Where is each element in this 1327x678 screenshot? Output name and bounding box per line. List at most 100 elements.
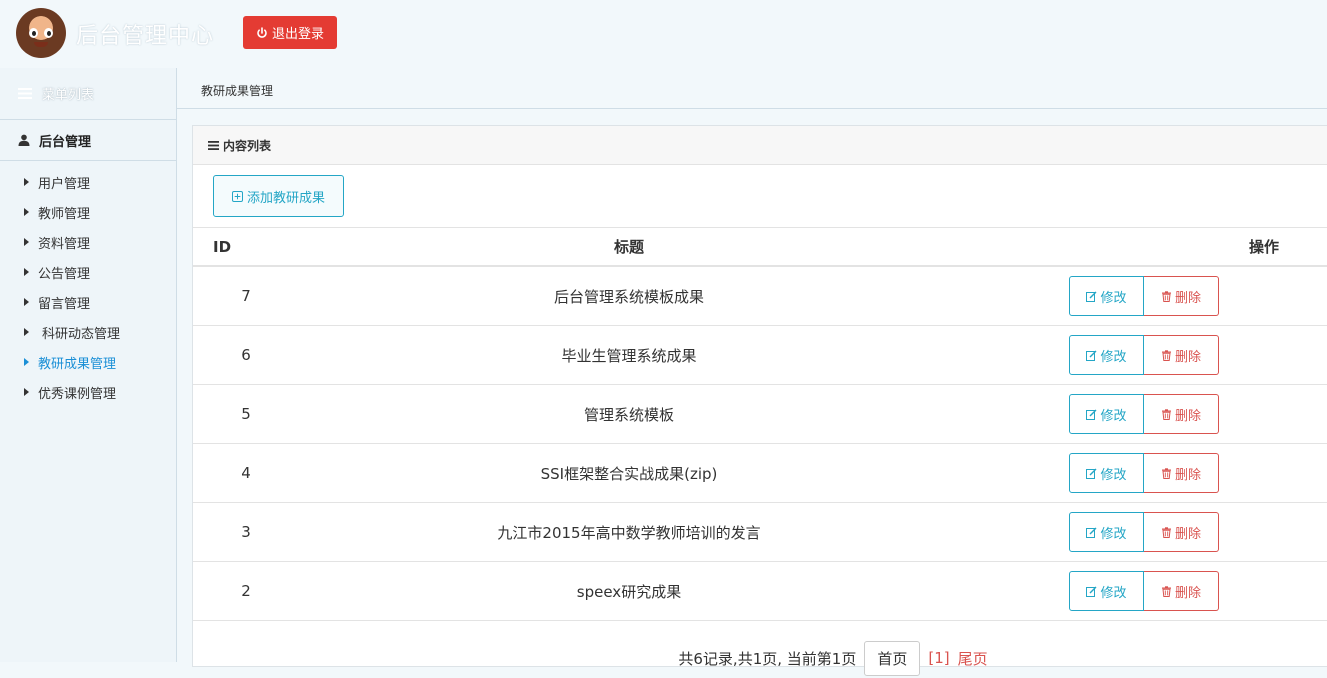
caret-right-icon [24, 208, 29, 216]
table-row: 4 SSI框架整合实战成果(zip) 修改 删除 [193, 443, 1327, 503]
sidebar-menu: 用户管理 教师管理 资料管理 公告管理 留言管理 科研动态管理 教研成果管理 优… [0, 161, 176, 407]
user-icon [18, 134, 30, 146]
row-id: 3 [193, 502, 299, 562]
edit-icon [1086, 350, 1097, 361]
menu-title-bar: 菜单列表 [0, 68, 176, 120]
sidebar-item-research-results[interactable]: 教研成果管理 [0, 347, 176, 377]
sidebar-item-teachers[interactable]: 教师管理 [0, 197, 176, 227]
first-page-button[interactable]: 首页 [864, 640, 921, 676]
edit-icon [1086, 409, 1097, 420]
add-research-button[interactable]: 添加教研成果 [213, 175, 344, 217]
sidebar-item-announcements[interactable]: 公告管理 [0, 257, 176, 287]
row-actions: 修改 删除 [959, 561, 1327, 621]
edit-button[interactable]: 修改 [1069, 512, 1144, 552]
edit-button[interactable]: 修改 [1069, 394, 1144, 434]
sidebar-item-label: 资料管理 [38, 236, 91, 252]
caret-right-icon [24, 268, 29, 276]
caret-right-icon [24, 328, 29, 336]
last-page-link[interactable]: 尾页 [958, 648, 988, 669]
delete-label: 删除 [1174, 585, 1201, 601]
row-title: 后台管理系统模板成果 [299, 266, 959, 326]
panel-header: 内容列表 [193, 126, 1327, 165]
delete-button[interactable]: 删除 [1144, 512, 1219, 552]
row-actions: 修改 删除 [959, 384, 1327, 444]
table-row: 6 毕业生管理系统成果 修改 删除 [193, 325, 1327, 385]
current-page-link[interactable]: [1] [928, 649, 949, 667]
sidebar-item-users[interactable]: 用户管理 [0, 167, 176, 197]
trash-icon [1161, 585, 1171, 597]
sidebar-item-materials[interactable]: 资料管理 [0, 227, 176, 257]
logout-label: 退出登录 [271, 27, 324, 42]
edit-label: 修改 [1100, 467, 1127, 483]
sidebar-item-label: 用户管理 [38, 176, 91, 192]
edit-icon [1086, 291, 1097, 302]
sidebar: 菜单列表 后台管理 用户管理 教师管理 资料管理 公告管理 留言管理 科研动态管… [0, 68, 177, 662]
column-header-title: 标题 [299, 228, 959, 267]
caret-right-icon [24, 298, 29, 306]
top-header: 后台管理中心 退出登录 [0, 0, 1327, 68]
sidebar-item-label: 教师管理 [38, 206, 91, 222]
edit-button[interactable]: 修改 [1069, 571, 1144, 611]
row-title: speex研究成果 [299, 561, 959, 621]
delete-label: 删除 [1174, 467, 1201, 483]
caret-right-icon [24, 388, 29, 396]
table-row: 5 管理系统模板 修改 删除 [193, 384, 1327, 444]
edit-icon [1086, 527, 1097, 538]
sidebar-item-label: 优秀课例管理 [38, 386, 117, 402]
sidebar-item-research-news[interactable]: 科研动态管理 [0, 317, 176, 347]
edit-button[interactable]: 修改 [1069, 276, 1144, 316]
menu-title: 菜单列表 [42, 88, 95, 103]
app-title: 后台管理中心 [76, 24, 215, 49]
table-header-row: ID 标题 操作 [193, 228, 1327, 267]
edit-button[interactable]: 修改 [1069, 453, 1144, 493]
trash-icon [1161, 467, 1171, 479]
row-actions: 修改 删除 [959, 443, 1327, 503]
edit-icon [1086, 586, 1097, 597]
toolbar: 添加教研成果 [193, 165, 1327, 228]
sidebar-item-messages[interactable]: 留言管理 [0, 287, 176, 317]
trash-icon [1161, 290, 1171, 302]
sidebar-group-label: 后台管理 [39, 134, 92, 150]
trash-icon [1161, 526, 1171, 538]
caret-right-icon [24, 178, 29, 186]
plus-square-icon [231, 190, 243, 202]
delete-label: 删除 [1174, 290, 1201, 306]
row-actions: 修改 删除 [959, 502, 1327, 562]
row-id: 2 [193, 561, 299, 621]
row-id: 5 [193, 384, 299, 444]
edit-label: 修改 [1100, 349, 1127, 365]
content-panel: 内容列表 添加教研成果 ID 标题 操作 7 后台管理系统模板成果 修改 删除 6 毕业生… [192, 125, 1327, 676]
panel-title: 内容列表 [223, 138, 272, 153]
bars-icon [18, 88, 32, 99]
row-actions: 修改 删除 [959, 266, 1327, 326]
edit-label: 修改 [1100, 526, 1127, 542]
row-title: 管理系统模板 [299, 384, 959, 444]
trash-icon [1161, 349, 1171, 361]
table-row: 2 speex研究成果 修改 删除 [193, 561, 1327, 621]
pagination-summary: 共6记录,共1页, 当前第1页 [678, 649, 857, 668]
edit-label: 修改 [1100, 408, 1127, 424]
delete-label: 删除 [1174, 349, 1201, 365]
logout-button[interactable]: 退出登录 [243, 16, 337, 49]
delete-label: 删除 [1174, 526, 1201, 542]
sidebar-item-label: 留言管理 [38, 296, 91, 312]
row-title: 九江市2015年高中数学教师培训的发言 [299, 502, 959, 562]
delete-button[interactable]: 删除 [1144, 453, 1219, 493]
list-icon [208, 140, 219, 150]
edit-button[interactable]: 修改 [1069, 335, 1144, 375]
delete-button[interactable]: 删除 [1144, 571, 1219, 611]
row-id: 4 [193, 443, 299, 503]
trash-icon [1161, 408, 1171, 420]
sidebar-item-label: 教研成果管理 [38, 356, 117, 372]
add-research-label: 添加教研成果 [246, 190, 325, 206]
edit-icon [1086, 468, 1097, 479]
row-title: 毕业生管理系统成果 [299, 325, 959, 385]
edit-label: 修改 [1100, 585, 1127, 601]
sidebar-item-label: 公告管理 [38, 266, 91, 282]
delete-button[interactable]: 删除 [1144, 276, 1219, 316]
delete-button[interactable]: 删除 [1144, 335, 1219, 375]
delete-button[interactable]: 删除 [1144, 394, 1219, 434]
sidebar-group-admin[interactable]: 后台管理 [0, 120, 176, 161]
pagination: 共6记录,共1页, 当前第1页 首页 [1] 尾页 [193, 638, 1327, 678]
sidebar-item-excellent-lessons[interactable]: 优秀课例管理 [0, 377, 176, 407]
